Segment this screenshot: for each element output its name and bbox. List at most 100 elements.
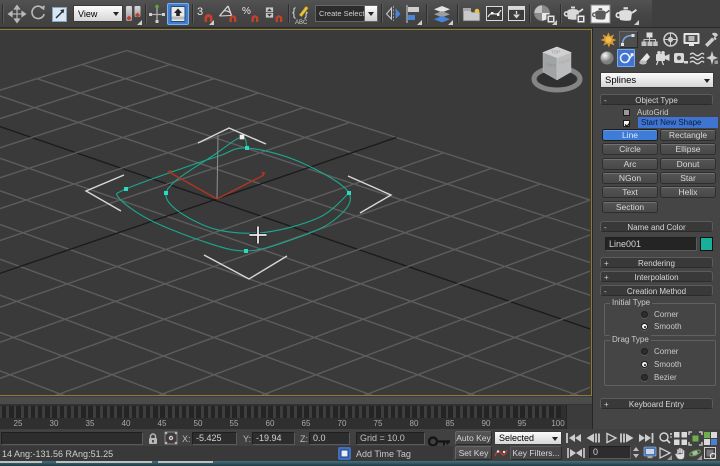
align-button[interactable] (404, 3, 422, 25)
percent-snap-toggle[interactable]: % (241, 3, 261, 25)
mirror-button[interactable] (384, 3, 403, 25)
radio-smooth[interactable] (641, 361, 648, 368)
snaps-toggle-button[interactable]: 3 (195, 3, 214, 25)
keyboard-override-toggle[interactable] (167, 3, 189, 25)
rollout-interpolation[interactable]: + Interpolation (600, 271, 713, 282)
start-new-shape-checkbox[interactable] (623, 120, 630, 127)
zoom-extents-button[interactable] (688, 431, 703, 446)
set-key-button[interactable]: Set Key (455, 446, 492, 460)
x-coordinate-field[interactable]: -5.425 (192, 432, 237, 445)
isolate-toggle[interactable] (338, 447, 351, 460)
ribbon-toggle-button[interactable] (461, 3, 482, 25)
schematic-view-button[interactable] (507, 3, 526, 25)
radio-corner[interactable] (641, 311, 648, 318)
shape-button-section[interactable]: Section (602, 201, 658, 213)
shape-button-circle[interactable]: Circle (602, 143, 658, 155)
tab-lights[interactable] (637, 50, 654, 67)
frame-spinner[interactable] (632, 446, 640, 459)
ruler-number: 50 (194, 419, 203, 428)
dropdown-arrow-icon (364, 6, 377, 21)
grid-line (0, 249, 590, 395)
reference-coordinate-dropdown[interactable]: View (73, 5, 123, 22)
time-slider-track[interactable] (0, 397, 592, 405)
key-mode-toggle[interactable] (566, 446, 586, 460)
tab-systems[interactable] (704, 50, 720, 67)
select-and-manipulate-button[interactable] (148, 3, 166, 25)
zoom-all-button[interactable] (673, 431, 688, 446)
rollout-object-type[interactable]: - Object Type (600, 94, 713, 105)
selection-lock-toggle[interactable] (147, 432, 159, 445)
zoom-region-button[interactable] (703, 431, 718, 446)
shape-button-star[interactable]: Star (660, 172, 716, 184)
select-and-rotate-button[interactable] (28, 3, 48, 25)
initial-type-group (604, 303, 716, 336)
tab-hierarchy[interactable] (640, 31, 659, 48)
auto-key-button[interactable]: Auto Key (455, 431, 492, 445)
edit-named-selection-sets-button[interactable]: { } ABC (291, 3, 312, 25)
set-key-filters[interactable] (494, 446, 508, 460)
tab-cameras[interactable] (654, 50, 672, 67)
rollout-keyboard-entry[interactable]: + Keyboard Entry (600, 398, 713, 409)
z-coordinate-field[interactable]: 0.0 (309, 432, 350, 445)
named-selection-set-dropdown[interactable]: Create Selection Se (315, 5, 378, 22)
ruler-tick (398, 406, 402, 418)
tab-shapes[interactable] (617, 49, 635, 67)
tab-create[interactable] (599, 31, 618, 48)
curve-editor-button[interactable] (485, 3, 504, 25)
go-to-end-button[interactable] (637, 431, 655, 445)
rollout-name-and-color[interactable]: - Name and Color (600, 221, 713, 232)
render-setup-button[interactable] (563, 3, 587, 25)
next-frame-button[interactable] (618, 431, 636, 445)
material-editor-button[interactable] (532, 3, 557, 25)
shape-button-donut[interactable]: Donut (660, 158, 716, 170)
key-filters-button[interactable]: Key Filters... (510, 446, 562, 460)
tab-display[interactable] (682, 31, 701, 48)
maximize-viewport-toggle[interactable] (703, 446, 717, 460)
radio-corner[interactable] (641, 348, 648, 355)
orbit-button[interactable] (688, 446, 702, 460)
rendered-frame-window-button[interactable] (589, 3, 612, 25)
zoom-button[interactable] (658, 431, 673, 446)
shape-button-arc[interactable]: Arc (602, 158, 658, 170)
previous-frame-button[interactable] (584, 431, 602, 445)
render-production-button[interactable] (614, 3, 639, 25)
shape-button-helix[interactable]: Helix (660, 186, 716, 198)
view-cube[interactable]: TOPLEFTFRONT (534, 47, 580, 90)
tab-motion[interactable] (661, 31, 680, 48)
shape-button-ngon[interactable]: NGon (602, 172, 658, 184)
key-selection-dropdown[interactable]: Selected (494, 431, 562, 445)
shape-button-text[interactable]: Text (602, 186, 658, 198)
spinner-snap-toggle[interactable] (263, 3, 285, 25)
select-and-scale-button[interactable] (50, 3, 70, 25)
shape-category-dropdown[interactable]: Splines (600, 72, 714, 88)
add-time-tag[interactable]: Add Time Tag (356, 449, 411, 459)
autogrid-checkbox[interactable] (623, 109, 630, 116)
go-to-start-button[interactable] (565, 431, 583, 445)
object-color-swatch[interactable] (700, 237, 713, 251)
radio-bezier[interactable] (641, 374, 648, 381)
time-configuration-button[interactable] (643, 446, 657, 460)
shape-button-rectangle[interactable]: Rectangle (660, 129, 716, 141)
shape-button-line[interactable]: Line (602, 129, 658, 141)
pan-view-button[interactable] (673, 446, 687, 460)
select-and-move-button[interactable] (7, 3, 27, 25)
angle-snap-toggle[interactable] (217, 3, 239, 25)
field-of-view-button[interactable] (658, 446, 672, 460)
track-bar[interactable]: 253035404550556065707580859095100 (0, 405, 592, 431)
tab-geometry[interactable] (599, 50, 616, 67)
perspective-viewport[interactable]: TOPLEFTFRONT (0, 29, 592, 396)
radio-smooth[interactable] (641, 323, 648, 330)
current-frame-field[interactable]: 0 (589, 446, 631, 459)
tab-modify[interactable] (619, 31, 638, 48)
rollout-rendering[interactable]: + Rendering (600, 257, 713, 268)
start-new-shape-highlight[interactable]: Start New Shape (638, 117, 718, 128)
object-name-field[interactable]: Line001 (605, 237, 697, 251)
y-coordinate-field[interactable]: -19.94 (252, 432, 295, 445)
rollout-creation-method[interactable]: - Creation Method (600, 285, 713, 296)
tab-utilities[interactable] (703, 31, 720, 48)
use-pivot-point-button[interactable] (124, 3, 142, 25)
tab-helpers[interactable] (672, 50, 690, 67)
layer-manager-button[interactable] (432, 3, 453, 25)
absolute-mode-toggle[interactable] (164, 431, 178, 445)
shape-button-ellipse[interactable]: Ellipse (660, 143, 716, 155)
